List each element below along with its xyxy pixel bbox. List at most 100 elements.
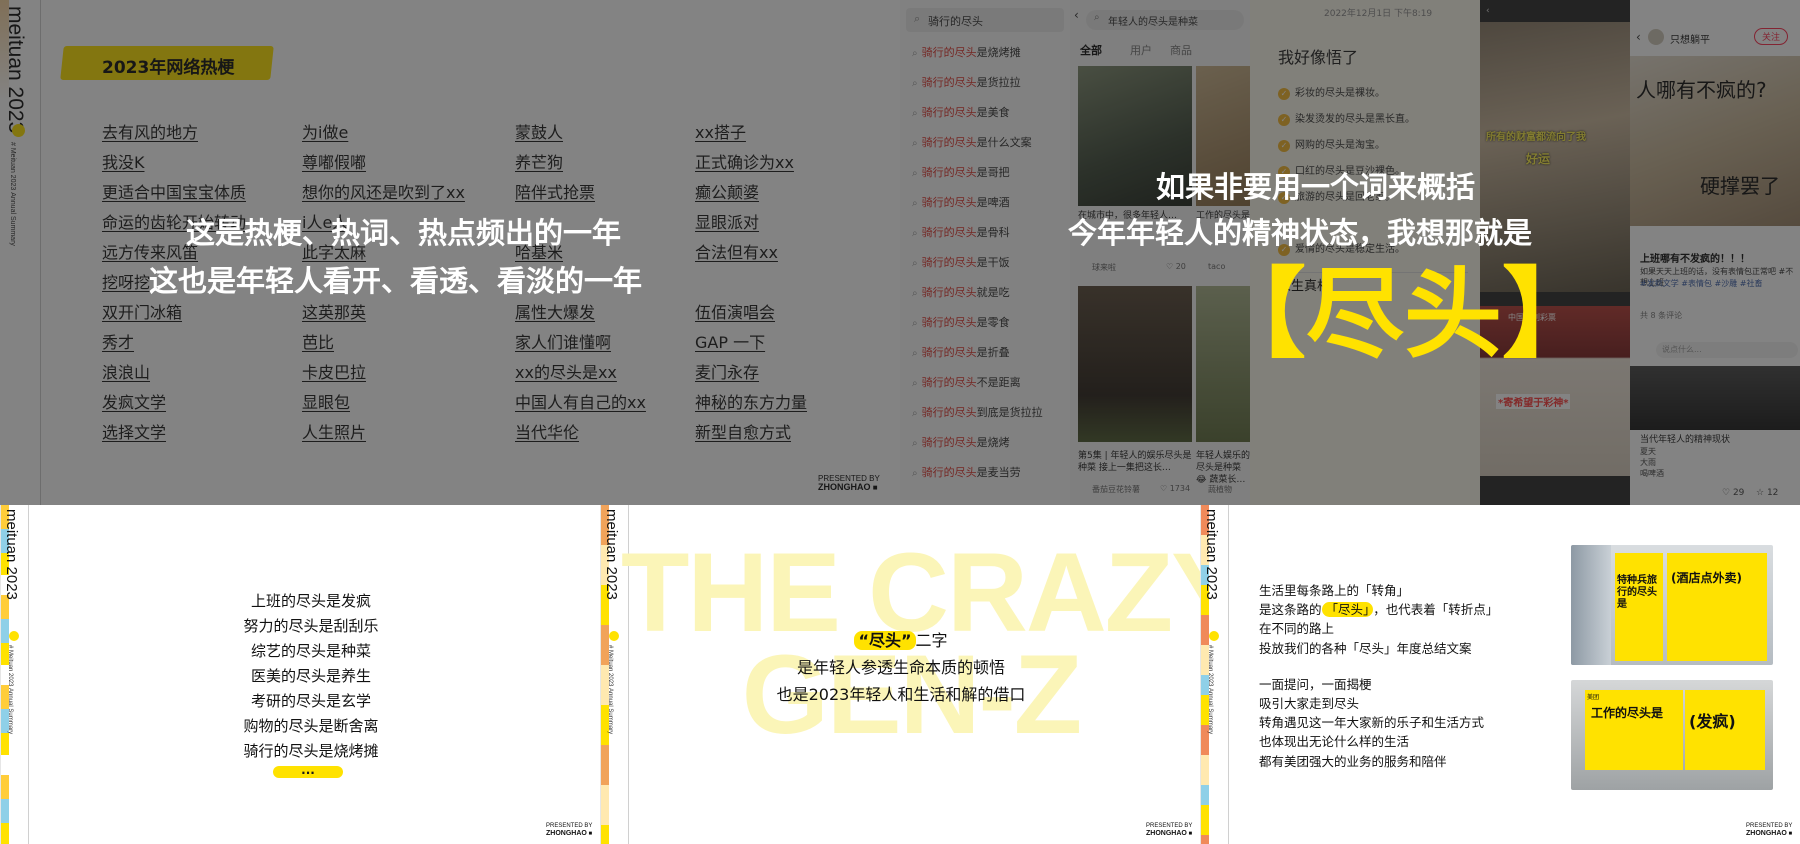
- notes-screen: 2022年12月1日 下午8:19 我好像悟了 ✓ 彩妆的尽头是裸妆。 ✓ 染发烫发的…: [1250, 0, 1480, 505]
- result-likes: ♡ 1734: [1160, 484, 1191, 493]
- placement-line: 都有美团强大的业务的服务和陪伴: [1259, 753, 1447, 769]
- meme-item: 想你的风还是吹到了xx: [302, 183, 465, 202]
- ad-answer: (发疯): [1689, 712, 1736, 731]
- caption-line-1: 这是热梗、热词、热点频出的一年: [186, 216, 622, 250]
- presented-by: PRESENTED BY ZHONGHAO ■: [818, 474, 880, 492]
- meaning-line: 是年轻人参透生命本质的顿悟: [796, 658, 1005, 677]
- check-icon: ✓: [1278, 88, 1290, 100]
- brand-spine: meituan 2023 # Meituan 2023 Annual Summa…: [0, 0, 41, 505]
- meme-item: 癫公颠婆: [695, 183, 760, 202]
- meaning-slide: meituan 2023 # Meituan 2023 Annual Summa…: [600, 505, 1201, 844]
- search-suggestion[interactable]: ⌕ 骑行的尽头是麦当劳: [912, 464, 1021, 480]
- app-caption-line-2: 今年年轻人的精神状态，我想那就是: [1068, 216, 1533, 250]
- search-suggestion[interactable]: ⌕ 骑行的尽头是什么文案: [912, 134, 1032, 150]
- meme-item: 我没K: [102, 153, 145, 172]
- search-suggestion[interactable]: ⌕ 骑行的尽头是干饭: [912, 254, 1010, 270]
- placement-line: 吸引大家走到尽头: [1259, 696, 1360, 712]
- follow-button[interactable]: 关注: [1754, 28, 1789, 45]
- brand-name: meituan 2023: [3, 509, 20, 600]
- meaning-line: 也是2023年轻人和生活和解的借口: [776, 685, 1026, 704]
- note-item: ✓ 网购的尽头是淘宝。: [1278, 136, 1385, 152]
- check-icon: ✓: [1278, 140, 1290, 152]
- post-tags[interactable]: #发疯文学 #表情包 #沙雕 #社畜: [1640, 278, 1762, 289]
- brand-sub: # Meituan 2023 Annual Summary: [9, 142, 16, 246]
- example-line: 综艺的尽头是种菜: [250, 642, 371, 660]
- post-caption: 上班哪有不发疯的！！！: [1640, 254, 1750, 265]
- meme-item: 这英那英: [302, 303, 367, 322]
- tab-all[interactable]: 全部: [1080, 42, 1102, 58]
- search-suggestion[interactable]: ⌕ 骑行的尽头是烧烤: [912, 434, 1010, 450]
- back-icon[interactable]: ‹: [1074, 8, 1079, 22]
- meme-item: 当代华伦: [515, 423, 580, 442]
- search-icon: ⌕: [912, 48, 918, 59]
- meme-text-bottom: 硬撑罢了: [1700, 174, 1780, 198]
- search-icon: ⌕: [1094, 12, 1100, 23]
- avatar[interactable]: [1648, 29, 1664, 45]
- meme-item: 浪浪山: [102, 363, 151, 382]
- meme-item: 发疯文学: [102, 393, 167, 412]
- search-suggestion[interactable]: ⌕ 骑行的尽头就是吃: [912, 284, 1010, 300]
- example-line: 上班的尽头是发疯: [250, 592, 371, 610]
- tab-users[interactable]: 用户: [1130, 42, 1152, 58]
- search-suggestion[interactable]: ⌕ 骑行的尽头是哥把: [912, 164, 1010, 180]
- placement-line: 也体现出无论什么样的生活: [1259, 734, 1410, 750]
- placement-line: 转角遇见这一年大家新的乐子和生活方式: [1259, 715, 1485, 731]
- search-suggestion[interactable]: ⌕ 骑行的尽头是折叠: [912, 344, 1010, 360]
- meme-text-top: 人哪有不疯的?: [1636, 78, 1767, 102]
- search-suggestion[interactable]: ⌕ 骑行的尽头是美食: [912, 104, 1010, 120]
- search-suggestion[interactable]: ⌕ 骑行的尽头不是距离: [912, 374, 1021, 390]
- note-item: ✓ 彩妆的尽头是裸妆。: [1278, 84, 1385, 100]
- back-icon[interactable]: ‹: [1636, 30, 1641, 44]
- example-line: 购物的尽头是断舍离: [243, 717, 379, 735]
- tab-goods[interactable]: 商品: [1170, 42, 1192, 58]
- search-icon: ⌕: [912, 468, 918, 479]
- ad-photo-work: 工作的尽头是 (发疯) 美团: [1571, 680, 1773, 790]
- jintou-highlight: 「尽头」: [1321, 602, 1374, 618]
- brand-dot: [12, 124, 25, 137]
- search-icon: ⌕: [912, 198, 918, 209]
- search-box[interactable]: ⌕ 骑行的尽头: [906, 8, 1064, 32]
- search-icon: ⌕: [912, 408, 918, 419]
- search-suggestion[interactable]: ⌕ 骑行的尽头是骨科: [912, 224, 1010, 240]
- footer-list: 夏天 大雨 喝啤酒: [1640, 447, 1664, 478]
- search-icon: ⌕: [912, 78, 918, 89]
- back-icon[interactable]: ‹: [1486, 6, 1490, 16]
- ellipsis-mark: ...: [273, 764, 343, 778]
- search-suggestion[interactable]: ⌕ 骑行的尽头是货拉拉: [912, 74, 1021, 90]
- meme-item: 双开门冰箱: [102, 303, 183, 322]
- search-icon: ⌕: [912, 258, 918, 269]
- like-count[interactable]: ♡ 29: [1722, 488, 1744, 498]
- comment-input[interactable]: 说点什么...: [1656, 342, 1798, 358]
- search-suggestion[interactable]: ⌕ 骑行的尽头是烧烤摊: [912, 44, 1021, 60]
- search-suggestion[interactable]: ⌕ 骑行的尽头是零食: [912, 314, 1010, 330]
- post-username[interactable]: 只想躺平: [1670, 31, 1710, 46]
- meme-item: 人生照片: [302, 423, 367, 442]
- wall-column: [1571, 545, 1611, 665]
- brand-sub: # Meituan 2023 Annual Summary: [607, 645, 613, 735]
- brand-dot: [1209, 631, 1219, 641]
- ad-answer: (酒店点外卖): [1671, 571, 1742, 585]
- meme-item: 麦门永存: [695, 363, 760, 382]
- placement-line: 是这条路的 「尽头」 ，也代表着「转折点」: [1259, 602, 1499, 618]
- brand-name: meituan 2023: [603, 509, 620, 600]
- result-caption: 年轻人娱乐的尽头是种菜 😂 蔬菜长…: [1196, 451, 1250, 485]
- meme-item: [695, 268, 807, 298]
- presented-by: PRESENTED BY ZHONGHAO ■: [546, 823, 593, 837]
- search-suggestion[interactable]: ⌕ 骑行的尽头是啤酒: [912, 194, 1010, 210]
- placement-line: 在不同的路上: [1259, 621, 1335, 637]
- result-search-box[interactable]: ⌕ 年轻人的尽头是种菜: [1086, 10, 1244, 30]
- post-screen: ‹ 只想躺平 关注 人哪有不疯的? 硬撑罢了 上班哪有不发疯的！！！ 如果天天上…: [1630, 0, 1800, 505]
- star-count[interactable]: ☆ 12: [1756, 488, 1778, 498]
- video-screen: ‹ 所有的财富都流向了我 好运 中国福利彩票 *寄希望于彩神*: [1480, 0, 1630, 505]
- meme-item: 显眼包: [302, 393, 351, 412]
- example-line: 医美的尽头是养生: [250, 667, 371, 685]
- ad-photo-travel: 特种兵旅行的尽头是 (酒店点外卖): [1571, 545, 1773, 665]
- meme-item: 养芒狗: [515, 153, 564, 172]
- search-suggestion[interactable]: ⌕ 骑行的尽头到底是货拉拉: [912, 404, 1043, 420]
- result-image[interactable]: [1078, 286, 1192, 442]
- note-date: 2022年12月1日 下午8:19: [1324, 9, 1433, 19]
- example-line: 骑行的尽头是烧烤摊: [243, 742, 379, 760]
- brand-name: meituan 2023: [1203, 509, 1220, 600]
- placement-line: 生活里每条路上的「转角」: [1259, 583, 1410, 598]
- search-icon: ⌕: [912, 378, 918, 389]
